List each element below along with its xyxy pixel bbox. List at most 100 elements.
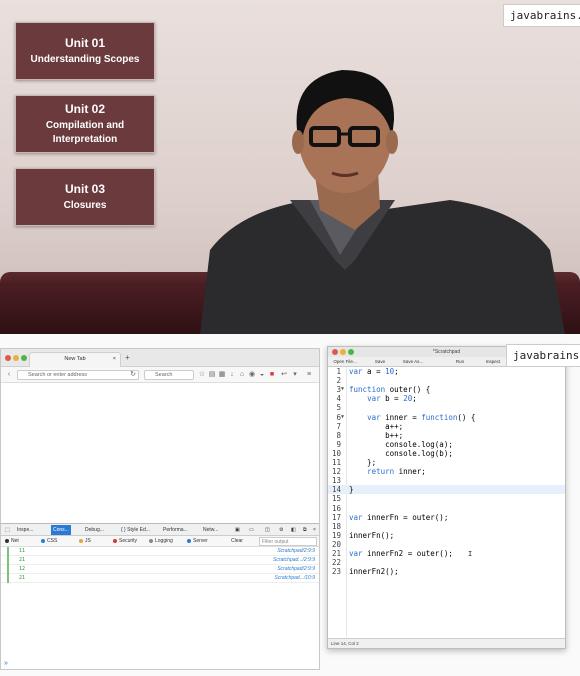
code-line[interactable]: 12 return inner; (328, 467, 565, 476)
code-line[interactable]: 21 var innerFn2 = outer(); (328, 549, 565, 558)
close-window-icon[interactable] (5, 355, 11, 361)
close-tab-icon[interactable]: × (113, 353, 116, 366)
search-placeholder: Search (155, 372, 173, 378)
download-icon[interactable]: ↓ (228, 370, 236, 379)
code-line[interactable]: 2 (328, 376, 565, 385)
filter-security[interactable]: Security (113, 537, 137, 546)
search-field[interactable]: Search (144, 370, 194, 380)
run-button[interactable]: Run (446, 358, 474, 366)
bookmark-star-icon[interactable]: ☆ (198, 370, 206, 379)
filter-net[interactable]: Net (5, 537, 19, 546)
filter-css[interactable]: CSS (41, 537, 57, 546)
code-editor[interactable]: 1 var a = 10; 2 3 ▼ function outer() {4 var b… (328, 367, 565, 637)
inspect-button[interactable]: Inspect (478, 358, 508, 366)
code-text: var inner = function() { (367, 412, 476, 422)
console-source-link[interactable]: Scratchpad.../10:9 (274, 574, 315, 583)
code-line[interactable]: 5 (328, 403, 565, 412)
code-line[interactable]: 19 innerFn(); (328, 531, 565, 540)
watermark-top: javabrains.io (503, 4, 580, 27)
code-line[interactable]: 8 b++; (328, 431, 565, 440)
dropdown-icon[interactable]: ▾ (291, 370, 299, 379)
zoom-window-icon[interactable] (348, 349, 354, 355)
code-line[interactable]: 1 var a = 10; (328, 367, 565, 376)
code-line[interactable]: 15 (328, 494, 565, 503)
url-bar[interactable]: Search or enter address (17, 370, 139, 380)
filter-logging[interactable]: Logging (149, 537, 173, 546)
scratchpad-window: *Scratchpad Open File... Save Save As...… (327, 346, 566, 649)
sync-icon[interactable]: ◉ (248, 370, 256, 379)
devtools-dock-icon[interactable]: ◧ (289, 525, 298, 535)
line-number: 19 (331, 530, 341, 540)
code-line[interactable]: 20 (328, 540, 565, 549)
tab-performance[interactable]: Performa... (161, 525, 190, 535)
zoom-window-icon[interactable] (21, 355, 27, 361)
log-marker (7, 556, 9, 565)
tab-inspector[interactable]: Inspe... (15, 525, 35, 535)
minimize-window-icon[interactable] (340, 349, 346, 355)
log-marker (7, 574, 9, 583)
code-text: innerFn2(); (349, 567, 399, 577)
code-line[interactable]: 18 (328, 522, 565, 531)
library-icon[interactable]: ▦ (218, 370, 226, 379)
pocket-icon[interactable]: ◒ (258, 370, 266, 379)
devtools-pick-icon[interactable]: ⬚ (3, 525, 12, 535)
unit-number: Unit 03 (64, 181, 105, 196)
devtools-close-icon[interactable]: × (311, 525, 318, 535)
code-line[interactable]: 14} (328, 485, 565, 495)
line-number: 6 (336, 412, 341, 422)
fold-arrow-icon[interactable]: ▼ (341, 413, 344, 422)
code-line[interactable]: 9 console.log(a); (328, 440, 565, 449)
devtools-split-icon[interactable]: ▣ (233, 525, 242, 535)
back-icon[interactable]: ‹ (5, 370, 13, 379)
code-line[interactable]: 22 (328, 558, 565, 567)
devtools-screenshot-icon[interactable]: ◫ (263, 525, 272, 535)
devtools-settings-icon[interactable]: ⚙ (277, 525, 285, 535)
minimize-window-icon[interactable] (13, 355, 19, 361)
menu-icon[interactable]: ≡ (305, 370, 313, 379)
browser-tab[interactable]: New Tab × (29, 352, 121, 367)
console-source-link[interactable]: Scratchpad.../2:9:9 (273, 556, 315, 565)
filter-output-input[interactable]: Filter output (259, 537, 317, 546)
tab-console[interactable]: Cons... (51, 525, 71, 535)
tab-network[interactable]: Netw... (201, 525, 220, 535)
code-line[interactable]: 3 ▼ function outer() { (328, 385, 565, 394)
tab-debugger[interactable]: Debug... (83, 525, 106, 535)
fold-arrow-icon[interactable]: ▼ (341, 385, 344, 394)
code-line[interactable]: 23 innerFn2(); (328, 567, 565, 576)
clear-button[interactable]: Clear (231, 537, 243, 546)
new-tab-icon[interactable]: + (125, 353, 130, 362)
code-text: var b = 20; (367, 394, 417, 404)
filter-js[interactable]: JS (79, 537, 91, 546)
code-line[interactable]: 7 a++; (328, 422, 565, 431)
line-number: 16 (331, 503, 341, 513)
close-window-icon[interactable] (332, 349, 338, 355)
code-line[interactable]: 11 }; (328, 458, 565, 467)
filter-server[interactable]: Server (187, 537, 208, 546)
reading-list-icon[interactable]: ▤ (208, 370, 216, 379)
code-line[interactable]: 6 ▼ var inner = function() { (328, 413, 565, 422)
history-icon[interactable]: ↩ (280, 370, 288, 379)
save-button[interactable]: Save (366, 358, 394, 366)
devtools-undock-icon[interactable]: ⧉ (301, 525, 309, 535)
unit-title: Understanding Scopes (30, 53, 140, 65)
code-line[interactable]: 16 (328, 504, 565, 513)
open-file-button[interactable]: Open File... (330, 358, 360, 366)
tab-style-editor[interactable]: { } Style Ed... (119, 525, 152, 535)
server-dot-icon (187, 538, 191, 543)
reload-icon[interactable]: ↻ (129, 370, 137, 379)
console-source-link[interactable]: Scratchpad/2:9:9 (277, 547, 315, 556)
record-icon[interactable]: ■ (268, 370, 276, 379)
css-dot-icon (41, 538, 45, 543)
unit-number: Unit 02 (64, 101, 105, 116)
console-input-prompt[interactable]: » (4, 660, 8, 667)
line-number: 1 (336, 367, 341, 376)
code-line[interactable]: 10 console.log(b); (328, 449, 565, 458)
code-text: } (349, 485, 354, 495)
code-line[interactable]: 17 var innerFn = outer(); (328, 513, 565, 522)
code-line[interactable]: 4 var b = 20; (328, 394, 565, 403)
devtools-responsive-icon[interactable]: ▭ (247, 525, 256, 535)
console-source-link[interactable]: Scratchpad/2:9:9 (277, 565, 315, 574)
code-line[interactable]: 13 (328, 476, 565, 485)
home-icon[interactable]: ⌂ (238, 370, 246, 379)
save-as-button[interactable]: Save As... (398, 358, 428, 366)
